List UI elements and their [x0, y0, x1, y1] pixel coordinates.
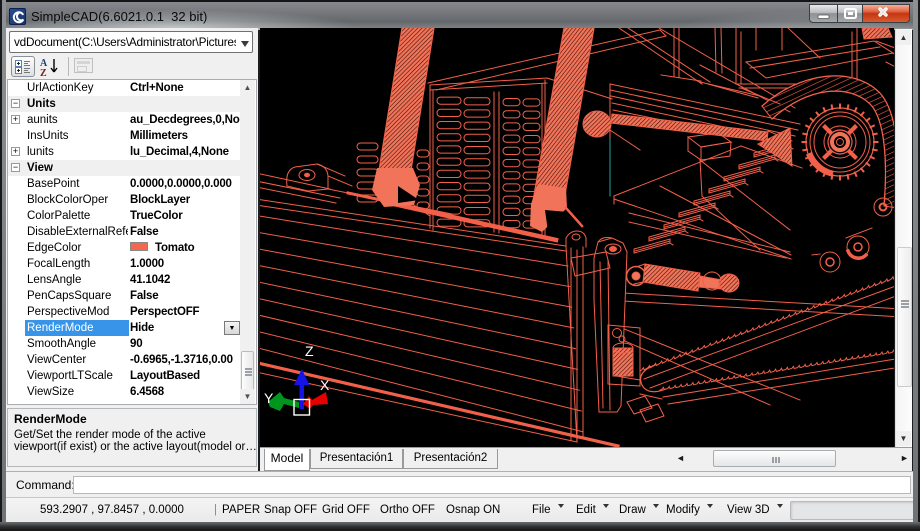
- svg-text:Y: Y: [264, 390, 274, 406]
- svg-text:X: X: [320, 377, 330, 393]
- svg-text:Z: Z: [40, 68, 47, 77]
- svg-text:Z: Z: [305, 343, 314, 359]
